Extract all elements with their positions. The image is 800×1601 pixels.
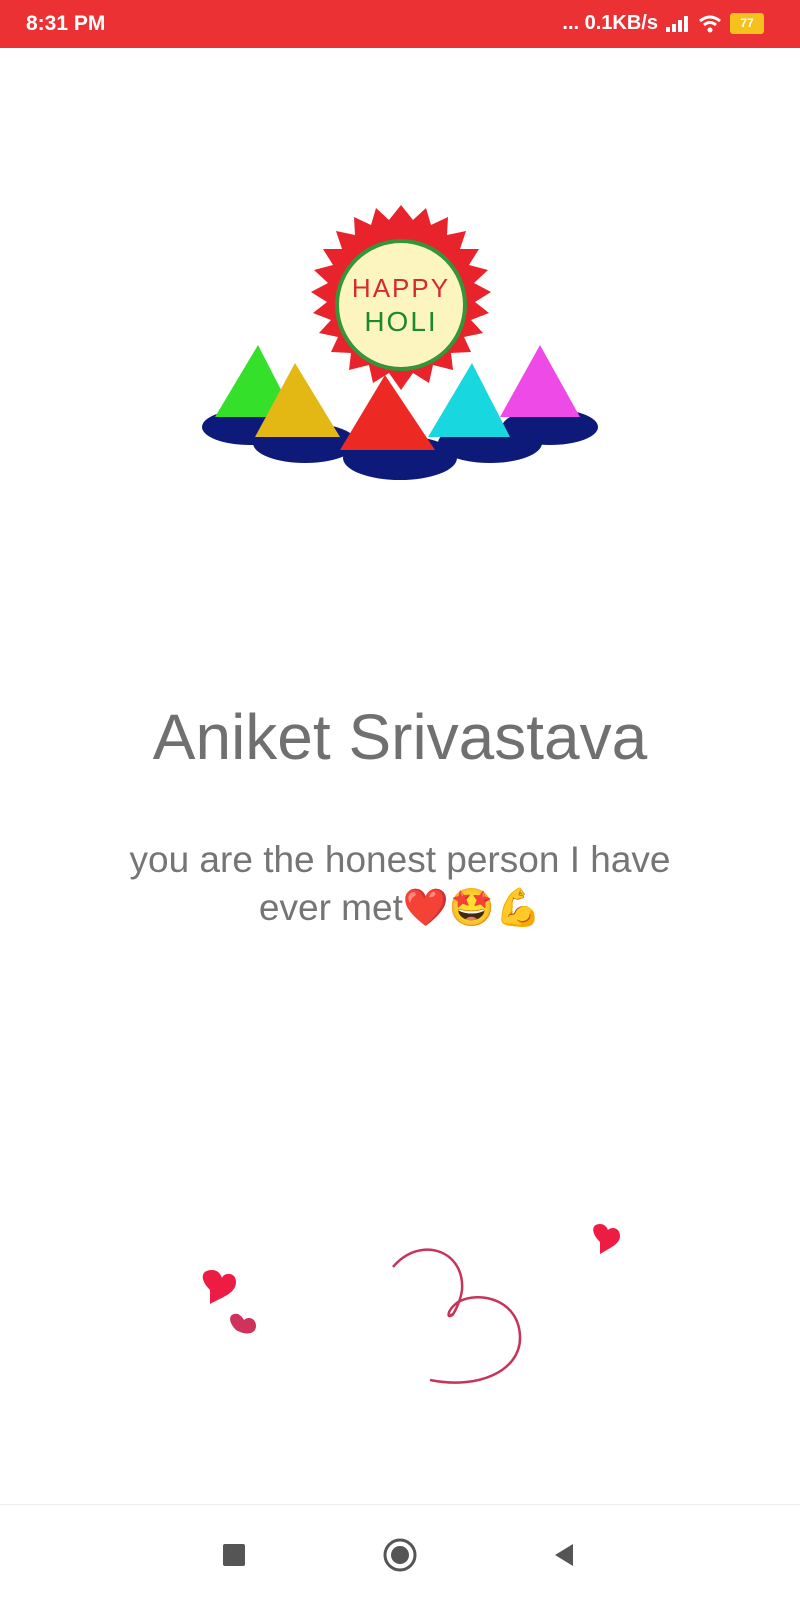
wifi-icon	[699, 15, 721, 32]
recents-square-icon	[223, 1544, 245, 1566]
logo-holi: HOLI	[364, 306, 437, 337]
heart-icon	[593, 1224, 620, 1254]
home-button[interactable]	[380, 1535, 420, 1575]
signal-icon	[666, 15, 688, 32]
back-button[interactable]	[544, 1535, 584, 1575]
heart-icon	[202, 1270, 236, 1304]
heart-outline-icon	[392, 1248, 522, 1384]
battery-icon: 77	[730, 13, 764, 34]
heart-icon	[230, 1313, 256, 1334]
happy-holi-logo: HAPPY HOLI	[202, 205, 598, 480]
greeting-message: you are the honest person I have ever me…	[129, 839, 671, 928]
status-bar: 8:31 PM ... 0.1KB/s 77	[0, 0, 800, 48]
home-circle-icon	[383, 1538, 417, 1572]
network-speed: ... 0.1KB/s	[562, 12, 658, 34]
clock: 8:31 PM	[26, 12, 106, 35]
logo-happy: HAPPY	[352, 273, 450, 303]
recipient-name: Aniket Srivastava	[152, 701, 648, 773]
status-icons: ... 0.1KB/s 77	[562, 12, 764, 35]
hearts-animation	[202, 1224, 620, 1384]
recents-button[interactable]	[214, 1535, 254, 1575]
back-triangle-icon	[555, 1544, 573, 1566]
navigation-bar	[0, 1504, 800, 1601]
